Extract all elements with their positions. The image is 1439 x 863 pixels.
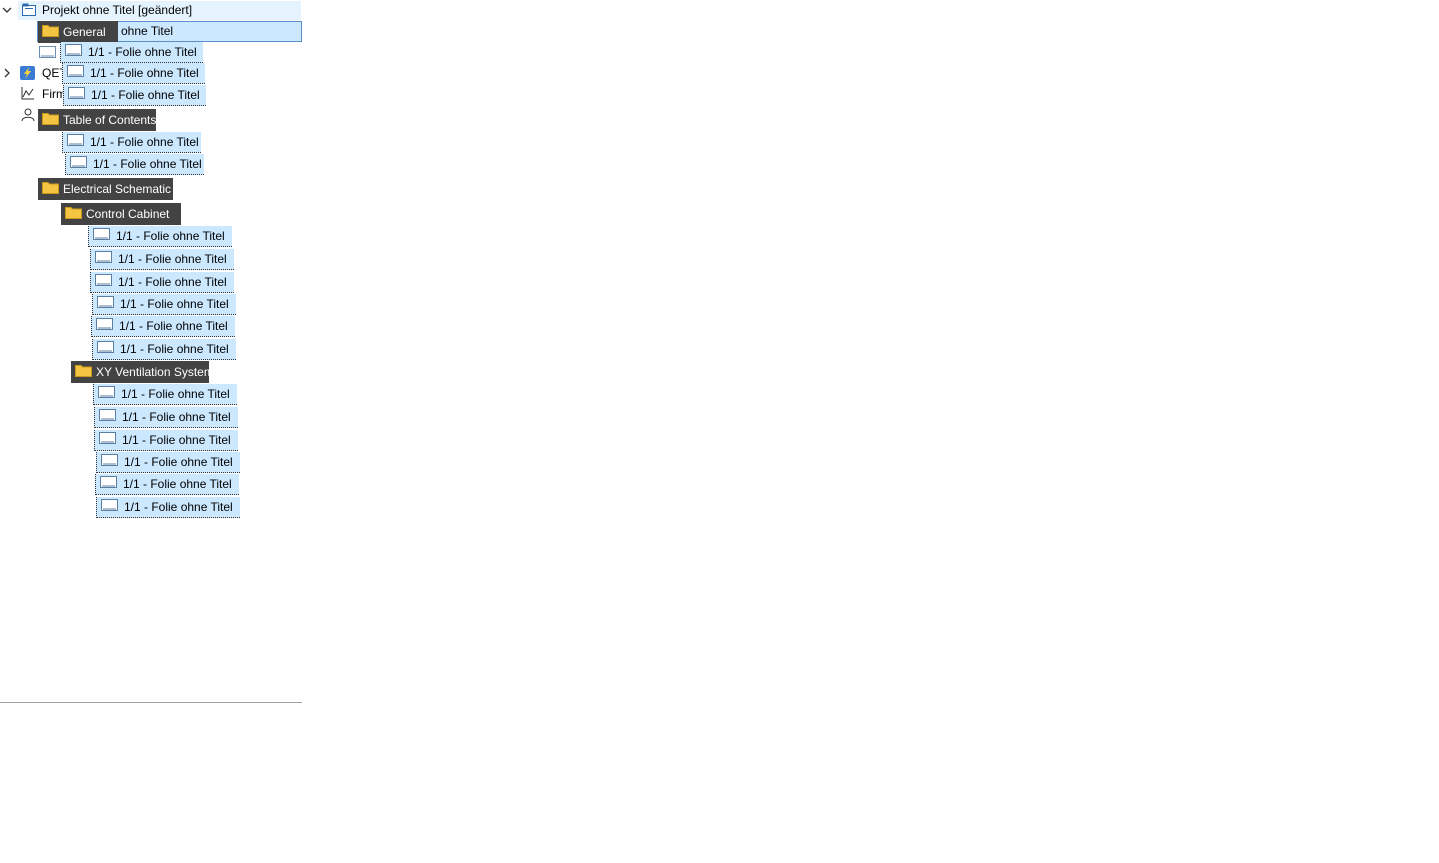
page-item-label: 1/1 - Folie ohne Titel [93, 157, 202, 171]
page-icon [101, 499, 118, 515]
folder-xy-ventilation-system-label: XY Ventilation System [96, 365, 214, 379]
page-icon [95, 274, 112, 290]
folder-icon [42, 24, 59, 40]
folder-icon [65, 206, 82, 222]
page-item-label: 1/1 - Folie ohne Titel [118, 275, 227, 289]
page-item[interactable]: 1/1 - Folie ohne Titel [65, 154, 204, 175]
page-item-label: 1/1 - Folie ohne Titel [90, 66, 199, 80]
page-icon [95, 251, 112, 267]
page-item[interactable]: 1/1 - Folie ohne Titel [91, 316, 235, 337]
page-item-label: 1/1 - Folie ohne Titel [124, 500, 233, 514]
page-icon [100, 476, 117, 492]
page-icon [98, 386, 115, 402]
page-item[interactable]: 1/1 - Folie ohne Titel [88, 226, 232, 247]
page-item[interactable]: 1/1 - Folie ohne Titel [96, 452, 240, 473]
page-item[interactable]: 1/1 - Folie ohne Titel [60, 42, 203, 63]
page-item-label: 1/1 - Folie ohne Titel [116, 229, 225, 243]
folder-general[interactable]: General [38, 21, 118, 43]
qet-app-icon [20, 66, 35, 83]
page-icon [67, 134, 84, 150]
page-item-label: 1/1 - Folie ohne Titel [123, 477, 232, 491]
folder-electrical-schematic[interactable]: Electrical Schematic [38, 178, 173, 200]
page-item-label: 1/1 - Folie ohne Titel [119, 319, 228, 333]
page-icon [96, 318, 113, 334]
folder-control-cabinet-label: Control Cabinet [86, 207, 170, 221]
page-icon [97, 341, 114, 357]
page-item-label: 1/1 - Folie ohne Titel [88, 45, 197, 59]
page-icon [67, 65, 84, 81]
project-title: Projekt ohne Titel [geändert] [42, 3, 193, 17]
page-item-label: 1/1 - Folie ohne Titel [90, 135, 199, 149]
page-item-label: 1/1 - Folie ohne Titel [120, 342, 229, 356]
page-item-label: 1/1 - Folie ohne Titel [118, 252, 227, 266]
project-icon [22, 3, 36, 19]
folder-table-of-contents-label: Table of Contents [63, 113, 157, 127]
panel-divider [0, 702, 302, 703]
page-item[interactable]: 1/1 - Folie ohne Titel [94, 407, 238, 428]
rename-edit-value[interactable]: ohne Titel [121, 23, 173, 39]
page-item[interactable]: 1/1 - Folie ohne Titel [90, 249, 234, 270]
chevron-right-icon[interactable] [1, 67, 13, 79]
page-icon [99, 432, 116, 448]
page-icon [99, 409, 116, 425]
folder-table-of-contents[interactable]: Table of Contents [38, 109, 156, 131]
page-item[interactable]: 1/1 - Folie ohne Titel [95, 474, 239, 495]
person-icon [21, 108, 35, 125]
page-item-label: 1/1 - Folie ohne Titel [122, 433, 231, 447]
folder-control-cabinet[interactable]: Control Cabinet [61, 203, 181, 225]
page-icon [93, 228, 110, 244]
page-item[interactable]: 1/1 - Folie ohne Titel [92, 339, 236, 360]
chevron-down-icon[interactable] [1, 4, 13, 16]
page-icon [39, 46, 56, 62]
folder-general-label: General [63, 25, 106, 39]
page-item-label: 1/1 - Folie ohne Titel [120, 297, 229, 311]
page-icon [97, 296, 114, 312]
page-item-label: 1/1 - Folie ohne Titel [121, 387, 230, 401]
page-item[interactable]: 1/1 - Folie ohne Titel [93, 384, 237, 405]
page-icon [101, 454, 118, 470]
page-icon [65, 44, 82, 60]
page-item-label: 1/1 - Folie ohne Titel [124, 455, 233, 469]
folder-icon [75, 364, 92, 380]
chart-icon [21, 87, 35, 103]
page-item[interactable]: 1/1 - Folie ohne Titel [62, 63, 205, 84]
folder-xy-ventilation-system[interactable]: XY Ventilation System [71, 361, 214, 383]
page-item[interactable]: 1/1 - Folie ohne Titel [62, 132, 201, 153]
page-item[interactable]: 1/1 - Folie ohne Titel [92, 294, 236, 315]
page-item[interactable]: 1/1 - Folie ohne Titel [63, 85, 206, 106]
page-item[interactable]: 1/1 - Folie ohne Titel [94, 430, 238, 451]
folder-electrical-schematic-label: Electrical Schematic [63, 182, 172, 196]
page-icon [70, 156, 87, 172]
folder-icon [42, 112, 59, 128]
folder-icon [42, 181, 59, 197]
page-item-label: 1/1 - Folie ohne Titel [122, 410, 231, 424]
page-icon [68, 87, 85, 103]
page-item[interactable]: 1/1 - Folie ohne Titel [96, 497, 240, 518]
page-item[interactable]: 1/1 - Folie ohne Titel [90, 272, 234, 293]
page-item-label: 1/1 - Folie ohne Titel [91, 88, 200, 102]
